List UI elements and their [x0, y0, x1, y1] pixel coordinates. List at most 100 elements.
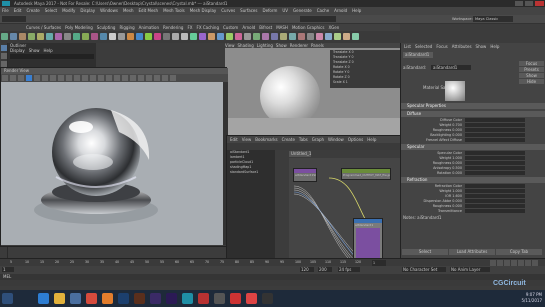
render-view-tool-icon[interactable]	[34, 75, 40, 81]
render-view-tool-icon[interactable]	[138, 75, 144, 81]
taskbar-clock[interactable]: 9:07 PM 5/11/2017	[506, 292, 542, 306]
app-icon-red-2[interactable]	[246, 293, 257, 304]
attribute-footer-button[interactable]: Select	[402, 249, 448, 255]
shelf-tool-icon[interactable]	[136, 33, 143, 40]
shelf-tool-icon[interactable]	[10, 33, 17, 40]
attribute-slider[interactable]	[465, 199, 525, 203]
premiere-icon[interactable]	[166, 293, 177, 304]
material-name-field[interactable]: aiStandard1	[431, 65, 471, 70]
shelf-tool-icon[interactable]	[118, 33, 125, 40]
shelf-tool-icon[interactable]	[73, 33, 80, 40]
attribute-slider[interactable]	[465, 209, 525, 213]
render-view-tool-icon[interactable]	[18, 75, 24, 81]
material-node[interactable]: aiStandard1	[353, 218, 383, 262]
node-tab[interactable]: Untitled_1	[289, 151, 311, 157]
attribute-menu-item[interactable]: Show	[476, 44, 487, 49]
chrome-icon[interactable]	[86, 293, 97, 304]
menu-mesh-display[interactable]: Mesh Display	[190, 8, 217, 13]
render-view-tool-icon[interactable]	[106, 75, 112, 81]
attribute-slider[interactable]	[465, 118, 525, 122]
menu-arnold[interactable]: Arnold	[334, 8, 347, 13]
attribute-footer-button[interactable]: Load Attributes	[449, 249, 495, 255]
render-view-tool-icon[interactable]	[146, 75, 152, 81]
attribute-menu-item[interactable]: Selected	[415, 44, 432, 49]
attribute-slider[interactable]	[465, 194, 525, 198]
attribute-menu-item[interactable]: Focus	[436, 44, 447, 49]
shelf-tool-icon[interactable]	[307, 33, 314, 40]
menu-mesh-tools[interactable]: Mesh Tools	[163, 8, 185, 13]
node-editor-menu-item[interactable]: Help	[367, 137, 376, 142]
node-editor-menu-item[interactable]: Options	[348, 137, 363, 142]
node-editor-menu-item[interactable]: Tabs	[299, 137, 308, 142]
shelf-tool-icon[interactable]	[154, 33, 161, 40]
after-effects-icon[interactable]	[150, 293, 161, 304]
render-view-tool-icon[interactable]	[82, 75, 88, 81]
menu-generate[interactable]: Generate	[293, 8, 312, 13]
shelf-tab[interactable]: Curves / Surfaces	[26, 25, 61, 30]
node-editor-menu-item[interactable]: Create	[282, 137, 295, 142]
attribute-slider[interactable]	[465, 166, 525, 170]
shelf-tool-icon[interactable]	[199, 33, 206, 40]
shelf-tool-icon[interactable]	[100, 33, 107, 40]
shelf-tool-icon[interactable]	[1, 33, 8, 40]
attribute-slider[interactable]	[465, 156, 525, 160]
shelf-tool-icon[interactable]	[127, 33, 134, 40]
shelf-tool-icon[interactable]	[289, 33, 296, 40]
photoshop-icon[interactable]	[118, 293, 129, 304]
menu-curves[interactable]: Curves	[221, 8, 235, 13]
render-view-tool-icon[interactable]	[90, 75, 96, 81]
node-editor-menu-item[interactable]: Window	[328, 137, 344, 142]
node-editor-menu-item[interactable]: Bookmarks	[255, 137, 277, 142]
focus-button[interactable]: Focus	[519, 61, 544, 66]
anim-layer-select[interactable]: No Anim Layer	[450, 267, 490, 272]
render-view-tool-icon[interactable]	[66, 75, 72, 81]
attribute-slider[interactable]	[465, 189, 525, 193]
attribute-row[interactable]: Rotation 0.000	[403, 171, 544, 176]
range-end-field[interactable]: 120	[300, 267, 314, 272]
range-start-field[interactable]: 1	[2, 267, 14, 272]
shelf-tool-icon[interactable]	[325, 33, 332, 40]
render-view-tool-icon[interactable]	[114, 75, 120, 81]
render-view-tool-icon[interactable]	[42, 75, 48, 81]
shelf-tab[interactable]: Arnold	[242, 25, 255, 30]
character-set-select[interactable]: No Character Set	[402, 267, 446, 272]
attribute-row[interactable]: Fresnel Affect Diffuse	[403, 138, 544, 143]
menu-mesh[interactable]: Mesh	[123, 8, 134, 13]
node-editor-menu-item[interactable]: View	[242, 137, 252, 142]
node-list-item[interactable]: standardSurface1	[227, 170, 275, 175]
render-view-tool-icon[interactable]	[98, 75, 104, 81]
shelf-tool-icon[interactable]	[82, 33, 89, 40]
render-view-tool-icon[interactable]	[130, 75, 136, 81]
shelf-tool-icon[interactable]	[91, 33, 98, 40]
substance-icon[interactable]	[198, 293, 209, 304]
illustrator-icon[interactable]	[134, 293, 145, 304]
menu-uv[interactable]: UV	[282, 8, 288, 13]
attribute-slider[interactable]	[465, 184, 525, 188]
outliner-search-input[interactable]	[10, 54, 94, 59]
attribute-menu-item[interactable]: List	[404, 44, 411, 49]
maya-taskbar-icon[interactable]	[182, 293, 193, 304]
maximize-button[interactable]	[525, 1, 533, 6]
attribute-row[interactable]: Transmittance	[403, 209, 544, 214]
shelf-tool-icon[interactable]	[217, 33, 224, 40]
menu-edit[interactable]: Edit	[14, 8, 22, 13]
node-editor-menu-item[interactable]: Graph	[312, 137, 324, 142]
shelf-tool-icon[interactable]	[316, 33, 323, 40]
shelf-tool-icon[interactable]	[64, 33, 71, 40]
menu-deform[interactable]: Deform	[262, 8, 277, 13]
lasso-tool-icon[interactable]	[1, 53, 7, 59]
render-view-tool-icon[interactable]	[162, 75, 168, 81]
render-view-tool-icon[interactable]	[154, 75, 160, 81]
attribute-slider[interactable]	[465, 161, 525, 165]
render-view-tool-icon[interactable]	[170, 75, 176, 81]
attribute-section-header[interactable]: Specular Properties	[401, 103, 545, 109]
shelf-tab[interactable]: Animation	[139, 25, 159, 30]
file-explorer-icon[interactable]	[54, 293, 65, 304]
render-view-tool-icon[interactable]	[50, 75, 56, 81]
menu-surfaces[interactable]: Surfaces	[240, 8, 257, 13]
attribute-slider[interactable]	[465, 128, 525, 132]
node-editor-menu-item[interactable]: Edit	[230, 137, 238, 142]
range-max-field[interactable]: 200	[318, 267, 332, 272]
show-button[interactable]: Show	[519, 73, 544, 78]
attribute-section-header[interactable]: Diffuse	[401, 111, 545, 117]
